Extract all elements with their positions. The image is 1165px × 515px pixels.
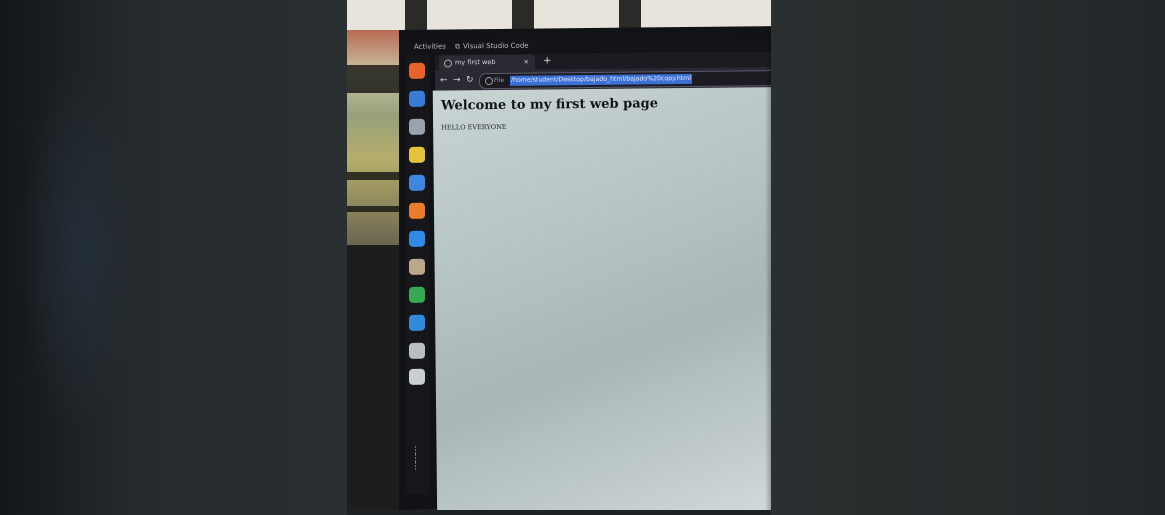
url-input[interactable]: /home/student/Desktop/bajado_html/bajado… [510, 73, 692, 86]
firefox-icon[interactable] [409, 62, 425, 79]
activities-button[interactable]: Activities [414, 40, 446, 54]
trash-icon[interactable] [409, 368, 425, 385]
url-scheme: File [494, 76, 505, 85]
chrome-icon[interactable] [409, 286, 425, 303]
new-tab-button[interactable]: + [543, 53, 551, 69]
globe-icon [444, 59, 452, 68]
page-viewport: Welcome to my first web page HELLO EVERY… [432, 87, 771, 510]
page-text: HELLO EVERYONE [441, 122, 507, 132]
close-tab-icon[interactable]: × [524, 55, 529, 70]
drive-icon[interactable] [409, 342, 425, 359]
rhythmbox-icon[interactable] [409, 146, 425, 163]
vscode-icon[interactable] [409, 314, 425, 331]
app-name: Visual Studio Code [463, 41, 529, 51]
monitor: Activities ⧉ Visual Studio Code ⋮⋮⋮ my f… [399, 26, 771, 510]
tab-title: my first web [455, 57, 496, 67]
blurred-background-right [771, 0, 1165, 515]
software-icon[interactable] [409, 202, 425, 219]
desk [347, 245, 407, 510]
photo: Activities ⧉ Visual Studio Code ⋮⋮⋮ my f… [347, 0, 771, 510]
vscode-small-icon: ⧉ [455, 42, 460, 51]
reload-button[interactable]: ↻ [466, 73, 474, 87]
blurred-background-left [0, 0, 347, 515]
archive-icon[interactable] [409, 258, 425, 275]
writer-icon[interactable] [409, 174, 425, 191]
thunderbird-icon[interactable] [409, 90, 425, 107]
page-heading: Welcome to my first web page [440, 96, 659, 114]
url-bar[interactable]: File /home/student/Desktop/bajado_html/b… [479, 69, 771, 90]
files-icon[interactable] [409, 118, 425, 135]
ubuntu-dock: ⋮⋮⋮ [405, 54, 429, 495]
info-icon[interactable] [485, 77, 493, 86]
tab-my-first-web[interactable]: my first web × [439, 54, 535, 71]
show-apps-icon[interactable]: ⋮⋮⋮ [411, 446, 425, 472]
back-button[interactable]: ← [440, 73, 448, 87]
background-wall [347, 30, 407, 245]
forward-button[interactable]: → [453, 73, 461, 87]
help-icon[interactable] [409, 230, 425, 247]
